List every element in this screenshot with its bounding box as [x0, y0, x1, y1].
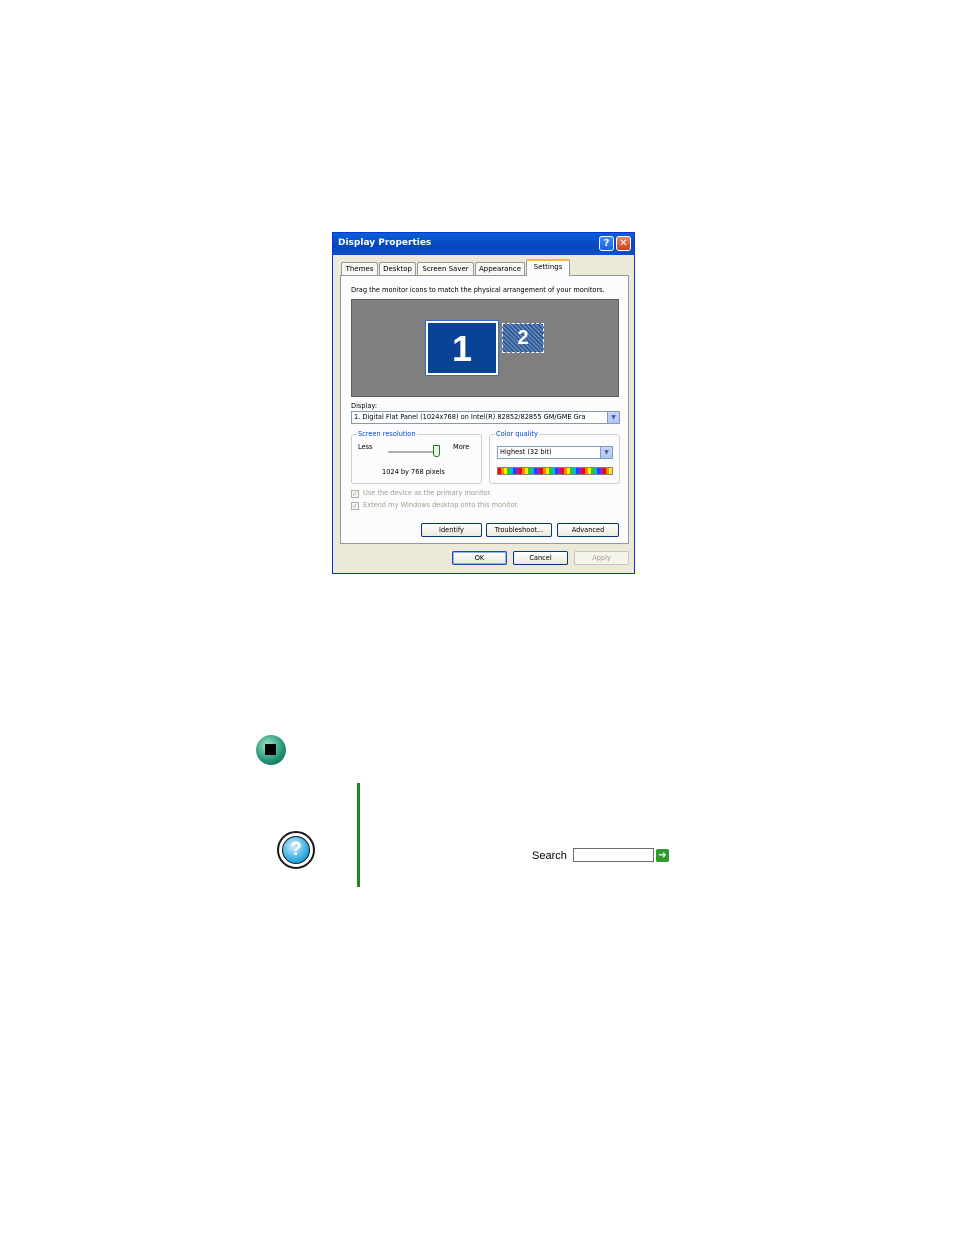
stop-square: [265, 744, 276, 755]
search-input[interactable]: [573, 848, 654, 862]
color-quality-group: Color quality Highest (32 bit) ▼: [489, 430, 620, 484]
extend-desktop-checkbox[interactable]: ✓: [351, 502, 359, 510]
monitor-1-icon[interactable]: 1: [425, 320, 499, 376]
color-quality-value: Highest (32 bit): [500, 448, 552, 456]
primary-monitor-checkbox[interactable]: ✓: [351, 490, 359, 498]
help-sidebar-rule: [357, 783, 360, 887]
resolution-value: 1024 by 768 pixels: [382, 468, 445, 476]
arrow-right-icon[interactable]: ➔: [656, 849, 669, 862]
search-label: Search: [532, 850, 567, 862]
color-quality-select[interactable]: Highest (32 bit) ▼: [497, 446, 613, 459]
tab-themes[interactable]: Themes: [341, 262, 378, 275]
tab-desktop[interactable]: Desktop: [379, 262, 416, 275]
primary-monitor-label: Use the device as the primary monitor.: [363, 489, 492, 497]
resolution-more-label: More: [453, 443, 470, 451]
resolution-slider-thumb[interactable]: [433, 445, 440, 457]
chevron-down-icon[interactable]: ▼: [607, 412, 619, 423]
ok-button[interactable]: OK: [452, 551, 507, 565]
dialog-title: Display Properties: [338, 238, 432, 248]
help-icon: ?: [277, 831, 315, 869]
chevron-down-icon[interactable]: ▼: [600, 447, 612, 458]
display-label: Display:: [351, 402, 378, 410]
screen-resolution-group: Screen resolution Less More 1024 by 768 …: [351, 430, 482, 484]
display-select-value: 1. Digital Flat Panel (1024x768) on Inte…: [354, 413, 586, 421]
display-properties-dialog: Display Properties ? ✕ Themes Desktop Sc…: [332, 232, 635, 574]
tab-settings[interactable]: Settings: [526, 259, 570, 276]
monitor-2-icon[interactable]: 2: [502, 323, 544, 353]
help-button[interactable]: ?: [599, 236, 614, 251]
resolution-less-label: Less: [358, 443, 373, 451]
resolution-slider-track[interactable]: [388, 451, 436, 454]
tab-appearance[interactable]: Appearance: [475, 262, 525, 275]
identify-button[interactable]: Identify: [421, 523, 482, 537]
color-spectrum-bar: [497, 467, 613, 475]
monitor-arrangement-area: 1 2: [351, 299, 619, 397]
help-icon-glyph: ?: [282, 836, 310, 864]
troubleshoot-button[interactable]: Troubleshoot...: [486, 523, 552, 537]
cancel-button[interactable]: Cancel: [513, 551, 568, 565]
apply-button[interactable]: Apply: [574, 551, 629, 565]
page: Display Properties ? ✕ Themes Desktop Sc…: [0, 0, 954, 1235]
stop-icon: [256, 735, 286, 765]
close-button[interactable]: ✕: [616, 236, 631, 251]
title-bar[interactable]: Display Properties ? ✕: [333, 233, 634, 255]
display-select[interactable]: 1. Digital Flat Panel (1024x768) on Inte…: [351, 411, 620, 424]
settings-panel: Drag the monitor icons to match the phys…: [340, 275, 629, 544]
advanced-button[interactable]: Advanced: [557, 523, 619, 537]
instructions-text: Drag the monitor icons to match the phys…: [351, 286, 605, 294]
color-quality-legend: Color quality: [495, 430, 539, 438]
tab-screen-saver[interactable]: Screen Saver: [417, 262, 474, 275]
extend-desktop-label: Extend my Windows desktop onto this moni…: [363, 501, 519, 509]
screen-resolution-legend: Screen resolution: [357, 430, 417, 438]
